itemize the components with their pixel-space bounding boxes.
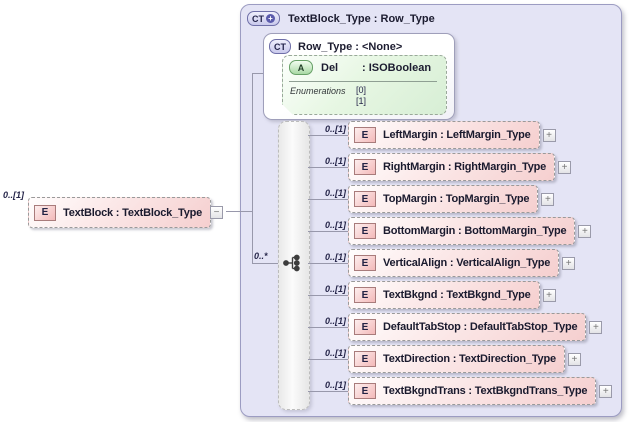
base-type-container: CT Row_Type : <None> A Del : ISOBoolean …	[263, 33, 455, 120]
occurrence-label: 0..[1]	[324, 124, 346, 134]
element-box-leftmargin[interactable]: E LeftMargin : LeftMargin_Type	[348, 121, 540, 149]
plus-icon: +	[544, 193, 551, 205]
element-icon: E	[354, 255, 376, 271]
connector-line	[252, 73, 263, 74]
child-element-row: 0..[1] E TextDirection : TextDirection_T…	[308, 345, 581, 373]
element-icon: E	[354, 127, 376, 143]
plus-icon: +	[546, 129, 553, 141]
child-element-row: 0..[1] E LeftMargin : LeftMargin_Type +	[308, 121, 556, 149]
attribute-type: : ISOBoolean	[362, 61, 432, 74]
complex-type-title: TextBlock_Type : Row_Type	[288, 12, 435, 25]
element-label: TextBkgndTrans : TextBkgndTrans_Type	[383, 385, 588, 397]
element-icon: E	[354, 191, 376, 207]
occurrence-label: 0..[1]	[324, 284, 346, 294]
expand-button[interactable]: +	[589, 320, 603, 334]
complex-type-badge: CT +	[247, 11, 280, 26]
element-box-textbkgndtrans[interactable]: E TextBkgndTrans : TextBkgndTrans_Type	[348, 377, 597, 405]
element-box-rightmargin[interactable]: E RightMargin : RightMargin_Type	[348, 153, 556, 181]
element-label: VerticalAlign : VerticalAlign_Type	[383, 257, 551, 269]
child-element-row: 0..[1] E TextBkgndTrans : TextBkgndTrans…	[308, 377, 613, 405]
expand-button[interactable]: +	[599, 384, 613, 398]
child-element-row: 0..[1] E BottomMargin : BottomMargin_Typ…	[308, 217, 592, 245]
base-type-header: CT Row_Type : <None>	[269, 39, 402, 54]
element-box-textdirection[interactable]: E TextDirection : TextDirection_Type	[348, 345, 565, 373]
occurrence-label: 0..[1]	[324, 380, 346, 390]
connector-line	[252, 73, 253, 264]
attribute-name: Del	[321, 61, 339, 74]
ct-badge-label: CT	[252, 13, 264, 24]
child-element-row: 0..[1] E DefaultTabStop : DefaultTabStop…	[308, 313, 603, 341]
plus-icon: +	[571, 353, 578, 365]
expand-button[interactable]: +	[567, 352, 581, 366]
element-label: TextDirection : TextDirection_Type	[383, 353, 556, 365]
ct-badge-label: CT	[274, 41, 286, 52]
expand-button[interactable]: +	[562, 256, 576, 270]
occurrence-label: 0..[1]	[324, 188, 346, 198]
attribute-icon: A	[289, 60, 313, 75]
element-icon: E	[354, 223, 376, 239]
element-box-textblock[interactable]: E TextBlock : TextBlock_Type	[28, 197, 212, 228]
base-type-title: Row_Type : <None>	[298, 40, 403, 53]
sequence-compositor-icon	[283, 254, 300, 272]
enumeration-value: [0]	[356, 85, 367, 95]
element-icon: E	[354, 383, 376, 399]
element-label: DefaultTabStop : DefaultTabStop_Type	[383, 321, 578, 333]
expand-button[interactable]: +	[541, 192, 555, 206]
ct-plus-icon: +	[266, 14, 275, 23]
element-label: TopMargin : TopMargin_Type	[383, 193, 530, 205]
expand-button[interactable]: +	[558, 160, 572, 174]
collapse-button[interactable]: −	[210, 206, 224, 219]
element-icon: E	[354, 287, 376, 303]
plus-icon: +	[565, 257, 572, 269]
expand-button[interactable]: +	[542, 288, 556, 302]
attribute-title-row: A Del : ISOBoolean	[283, 56, 446, 75]
enumeration-values: [0] [1]	[356, 85, 366, 107]
attribute-box-del[interactable]: A Del : ISOBoolean Enumerations [0] [1]	[282, 55, 447, 115]
minus-icon: −	[213, 207, 220, 218]
root-occurrence-label: 0..[1]	[3, 190, 25, 200]
enumerations-label: Enumerations	[290, 86, 346, 96]
enumeration-value: [1]	[356, 96, 367, 106]
connector-line	[226, 211, 252, 212]
child-element-row: 0..[1] E VerticalAlign : VerticalAlign_T…	[308, 249, 576, 277]
complex-type-header: CT + TextBlock_Type : Row_Type	[247, 11, 435, 26]
element-label: BottomMargin : BottomMargin_Type	[383, 225, 567, 237]
plus-icon: +	[561, 161, 568, 173]
occurrence-label: 0..[1]	[324, 316, 346, 326]
plus-icon: +	[546, 289, 553, 301]
element-box-bottommargin[interactable]: E BottomMargin : BottomMargin_Type	[348, 217, 576, 245]
element-icon: E	[354, 351, 376, 367]
element-label: RightMargin : RightMargin_Type	[383, 161, 547, 173]
plus-icon: +	[582, 225, 588, 237]
element-box-topmargin[interactable]: E TopMargin : TopMargin_Type	[348, 185, 539, 213]
element-box-defaulttabstop[interactable]: E DefaultTabStop : DefaultTabStop_Type	[348, 313, 587, 341]
element-icon: E	[354, 319, 376, 335]
occurrence-label: 0..[1]	[324, 348, 346, 358]
element-box-textbkgnd[interactable]: E TextBkgnd : TextBkgnd_Type	[348, 281, 540, 309]
child-element-row: 0..[1] E TopMargin : TopMargin_Type +	[308, 185, 555, 213]
child-element-row: 0..[1] E RightMargin : RightMargin_Type …	[308, 153, 572, 181]
root-element-label: TextBlock : TextBlock_Type	[63, 206, 203, 219]
plus-icon: +	[602, 385, 609, 397]
element-icon: E	[354, 159, 376, 175]
sequence-occurrence-label: 0..*	[254, 251, 268, 261]
occurrence-label: 0..[1]	[324, 252, 346, 262]
base-type-badge: CT	[269, 39, 291, 54]
plus-icon: +	[593, 321, 599, 333]
root-element-row: E TextBlock : TextBlock_Type −	[28, 197, 224, 228]
expand-button[interactable]: +	[542, 128, 556, 142]
element-box-verticalalign[interactable]: E VerticalAlign : VerticalAlign_Type	[348, 249, 560, 277]
child-element-row: 0..[1] E TextBkgnd : TextBkgnd_Type +	[308, 281, 556, 309]
schema-diagram-canvas: 0..[1] E TextBlock : TextBlock_Type − CT…	[0, 0, 629, 422]
element-icon: E	[34, 204, 56, 221]
expand-button[interactable]: +	[578, 224, 592, 238]
occurrence-label: 0..[1]	[324, 156, 346, 166]
occurrence-label: 0..[1]	[324, 220, 346, 230]
element-label: TextBkgnd : TextBkgnd_Type	[383, 289, 531, 301]
connector-line	[252, 263, 279, 264]
attribute-separator	[289, 81, 437, 82]
element-label: LeftMargin : LeftMargin_Type	[383, 129, 531, 141]
